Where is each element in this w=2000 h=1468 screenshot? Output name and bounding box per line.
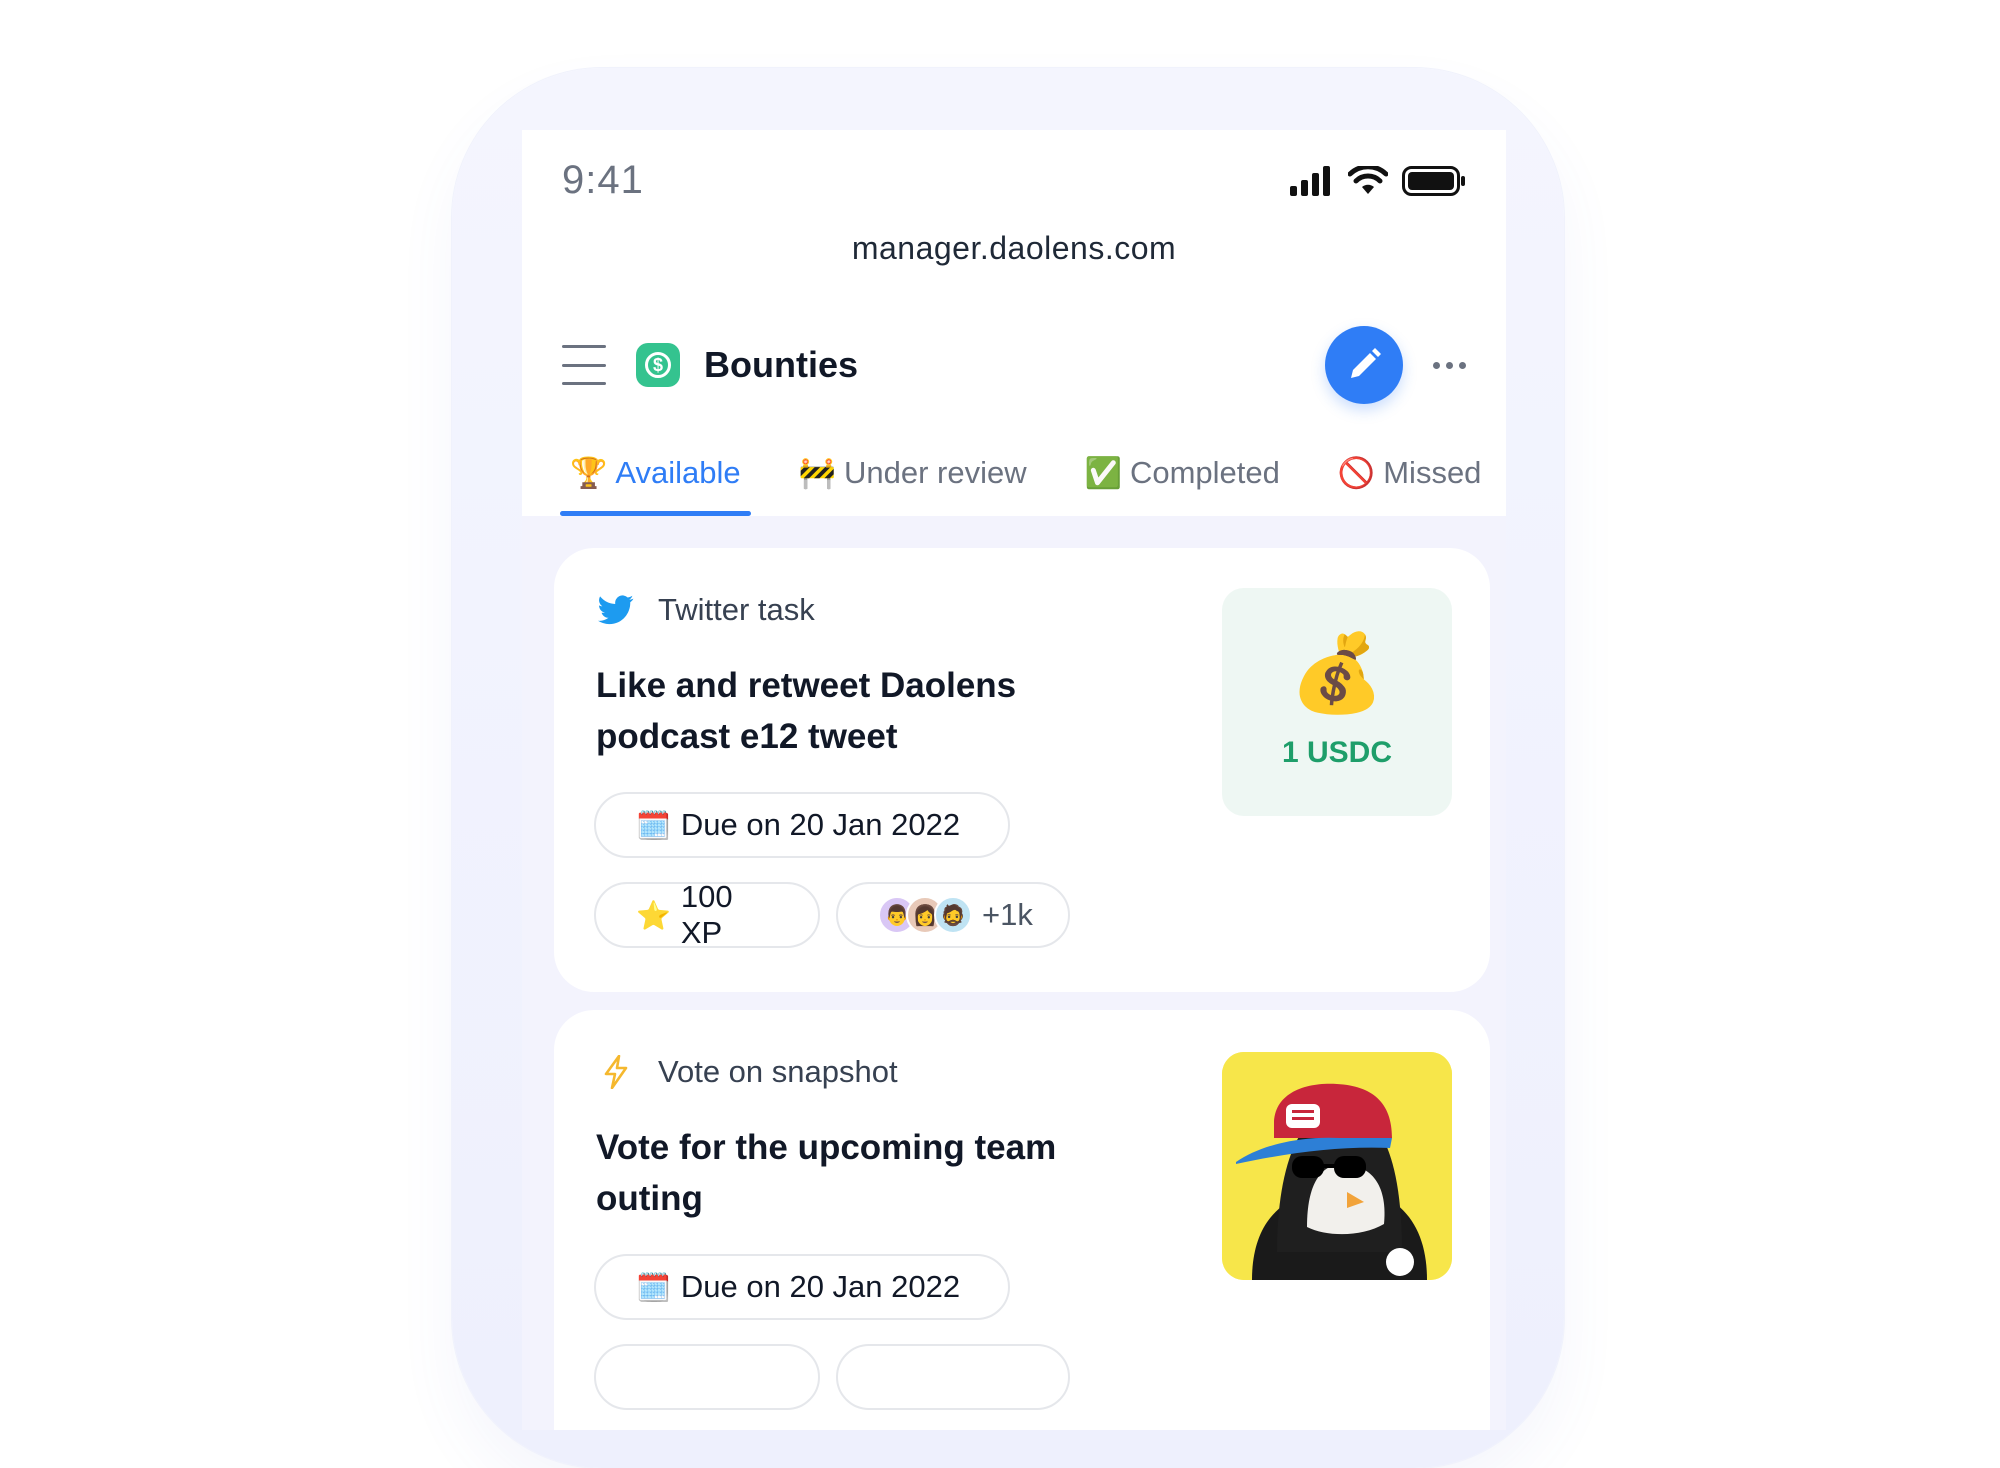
tab-label: Completed xyxy=(1129,455,1280,490)
check-mark-icon: ✅ xyxy=(1084,456,1122,490)
task-type: Twitter task xyxy=(596,590,815,630)
bounty-tabs: 🏆 Available 🚧 Under review ✅ Completed 🚫… xyxy=(522,430,1506,516)
status-time: 9:41 xyxy=(562,158,644,202)
app-bar: $ Bounties xyxy=(562,310,1466,420)
reward-amount: 1 USDC xyxy=(1281,736,1393,769)
bounty-card[interactable]: Twitter task Like and retweet Daolens po… xyxy=(554,548,1490,992)
xp-chip: ⭐ 100 XP xyxy=(594,879,820,950)
prohibited-icon: 🚫 xyxy=(1337,456,1376,490)
dollar-badge-icon: $ xyxy=(636,343,680,387)
participants-chip[interactable] xyxy=(836,1344,1070,1410)
tab-label: Under review xyxy=(843,455,1027,490)
wifi-icon xyxy=(1348,166,1388,194)
tab-under-review[interactable]: 🚧 Under review xyxy=(789,430,1037,516)
reward-box: 💰 1 USDC xyxy=(1222,588,1452,816)
page-title: Bounties xyxy=(704,344,859,385)
pencil-icon xyxy=(1351,348,1381,378)
bounty-list: Twitter task Like and retweet Daolens po… xyxy=(522,516,1506,1430)
tab-missed[interactable]: 🚫 Missed xyxy=(1328,430,1492,516)
battery-icon xyxy=(1402,166,1465,196)
edit-button[interactable] xyxy=(1325,326,1403,404)
status-icons xyxy=(1290,166,1466,196)
due-date: Due on 20 Jan 2022 xyxy=(680,807,961,842)
construction-icon: 🚧 xyxy=(798,456,836,490)
task-type-label: Vote on snapshot xyxy=(658,1054,898,1089)
calendar-icon: 🗓️ xyxy=(636,1271,671,1303)
tab-completed[interactable]: ✅ Completed xyxy=(1075,430,1290,516)
participant-count: +1k xyxy=(982,897,1033,932)
xp-value: 100 XP xyxy=(680,879,733,950)
due-date-chip: 🗓️ Due on 20 Jan 2022 xyxy=(594,792,1010,858)
star-icon: ⭐ xyxy=(636,899,671,931)
tab-label: Available xyxy=(615,455,741,490)
due-date-chip: 🗓️ Due on 20 Jan 2022 xyxy=(594,1254,1010,1320)
participant-avatars: 👨 👩 🧔 xyxy=(878,896,972,934)
penguin-nft-image xyxy=(1222,1052,1452,1280)
signal-icon xyxy=(1290,166,1330,196)
participants-chip[interactable]: 👨 👩 🧔 +1k xyxy=(836,882,1070,948)
avatar: 🧔 xyxy=(934,896,972,934)
task-title: Vote for the upcoming team outing xyxy=(596,1128,1057,1218)
hamburger-menu-icon[interactable] xyxy=(562,345,606,385)
tab-available[interactable]: 🏆 Available xyxy=(560,430,751,516)
due-date: Due on 20 Jan 2022 xyxy=(680,1269,961,1304)
phone-screen: 9:41 manager.daolens.com $ Bounties 🏆 Av… xyxy=(522,130,1506,1430)
bounty-card[interactable]: Vote on snapshot Vote for the upcoming t… xyxy=(554,1010,1490,1430)
calendar-icon: 🗓️ xyxy=(636,809,671,841)
tab-label: Missed xyxy=(1383,455,1482,490)
xp-chip xyxy=(594,1344,820,1410)
money-bag-icon: 💰 xyxy=(1289,631,1385,716)
task-title: Like and retweet Daolens podcast e12 twe… xyxy=(596,666,1017,756)
more-options-icon[interactable] xyxy=(1433,354,1466,377)
lightning-icon xyxy=(596,1052,636,1092)
task-type-label: Twitter task xyxy=(658,592,815,627)
trophy-icon: 🏆 xyxy=(570,456,608,490)
task-type: Vote on snapshot xyxy=(596,1052,898,1092)
twitter-icon xyxy=(596,590,636,630)
browser-url[interactable]: manager.daolens.com xyxy=(522,230,1506,267)
